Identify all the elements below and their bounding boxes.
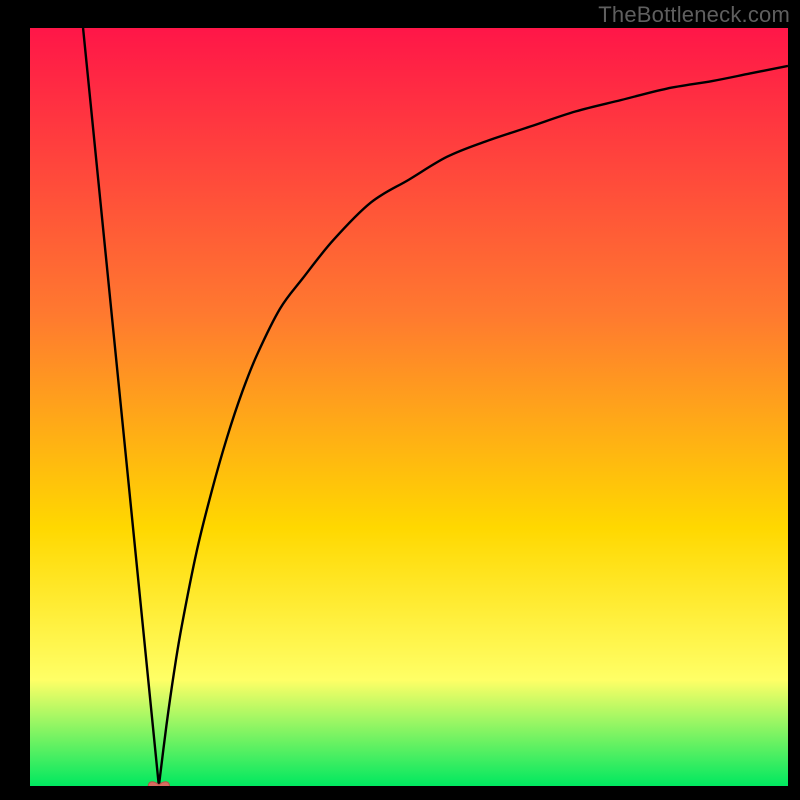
chart-svg — [30, 28, 788, 786]
chart-container: TheBottleneck.com — [0, 0, 800, 800]
watermark-text: TheBottleneck.com — [598, 2, 790, 28]
plot-area — [30, 28, 788, 786]
gradient-background — [30, 28, 788, 786]
